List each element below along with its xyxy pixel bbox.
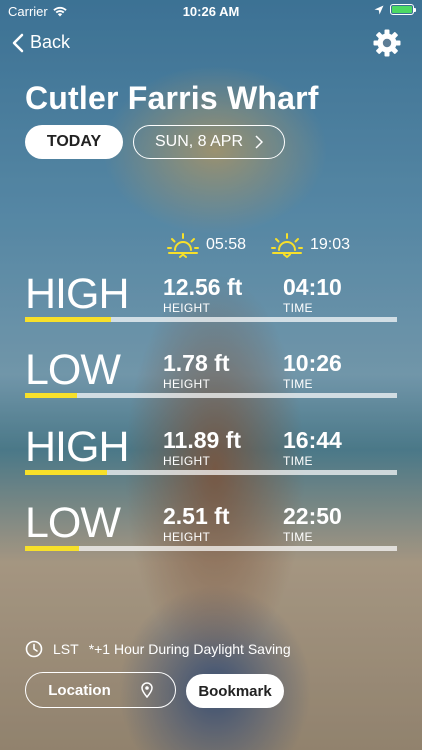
tide-height-label: HEIGHT: [163, 301, 211, 315]
tide-row: HIGH 11.89 ft HEIGHT 16:44 TIME: [25, 425, 397, 485]
sunset: 19:03: [270, 232, 350, 258]
map-pin-icon: [140, 682, 153, 698]
chevron-right-icon: [255, 135, 264, 149]
tide-level-bar: [25, 470, 397, 475]
location-button[interactable]: Location: [25, 672, 176, 708]
tide-state: HIGH: [25, 423, 129, 471]
gear-icon[interactable]: [372, 28, 402, 58]
sunrise: 05:58: [166, 232, 246, 258]
location-label: Location: [48, 681, 111, 699]
tide-time: 16:44: [283, 427, 342, 453]
timezone-text: *+1 Hour During Daylight Saving: [88, 641, 291, 657]
tide-state: LOW: [25, 499, 121, 547]
tide-level-bar: [25, 393, 397, 398]
status-time: 10:26 AM: [182, 3, 240, 19]
timezone-note: LST *+1 Hour During Daylight Saving: [25, 640, 291, 658]
tide-time-label: TIME: [283, 530, 313, 544]
sunrise-time: 05:58: [206, 236, 247, 253]
sunset-time: 19:03: [310, 236, 351, 253]
tide-height-label: HEIGHT: [163, 530, 211, 544]
tide-row: HIGH 12.56 ft HEIGHT 04:10 TIME: [25, 272, 397, 332]
tide-level-bar: [25, 317, 397, 322]
tide-height: 1.78 ft: [163, 350, 230, 376]
date-selector[interactable]: SUN, 8 APR: [133, 125, 285, 159]
tide-height-label: HEIGHT: [163, 377, 211, 391]
bookmark-button[interactable]: Bookmark: [186, 674, 284, 708]
date-label: SUN, 8 APR: [154, 133, 244, 150]
tide-time-label: TIME: [283, 454, 313, 468]
tide-height: 11.89 ft: [163, 427, 241, 453]
clock-icon: [25, 640, 43, 658]
tide-time: 04:10: [283, 274, 342, 300]
status-bar: Carrier 10:26 AM: [0, 0, 422, 22]
tide-row: LOW 2.51 ft HEIGHT 22:50 TIME: [25, 501, 397, 561]
back-button[interactable]: Back: [12, 32, 70, 53]
chevron-left-icon: [12, 33, 24, 52]
tide-time: 22:50: [283, 503, 342, 529]
tide-height-label: HEIGHT: [163, 454, 211, 468]
tide-state: HIGH: [25, 270, 129, 318]
sunset-icon: [271, 233, 303, 258]
battery-icon: [390, 4, 416, 15]
tide-height: 12.56 ft: [163, 274, 243, 300]
tide-time-label: TIME: [283, 301, 313, 315]
tide-height: 2.51 ft: [163, 503, 230, 529]
page-title: Cutler Farris Wharf: [25, 80, 319, 116]
tide-time: 10:26: [283, 350, 342, 376]
sunrise-icon: [167, 233, 199, 258]
tide-level-bar: [25, 546, 397, 551]
tide-state: LOW: [25, 346, 121, 394]
back-label: Back: [30, 32, 71, 52]
tide-row: LOW 1.78 ft HEIGHT 10:26 TIME: [25, 348, 397, 408]
tide-time-label: TIME: [283, 377, 313, 391]
location-arrow-icon: [374, 5, 384, 14]
today-button[interactable]: TODAY: [25, 125, 123, 159]
timezone-zone: LST: [53, 641, 79, 657]
